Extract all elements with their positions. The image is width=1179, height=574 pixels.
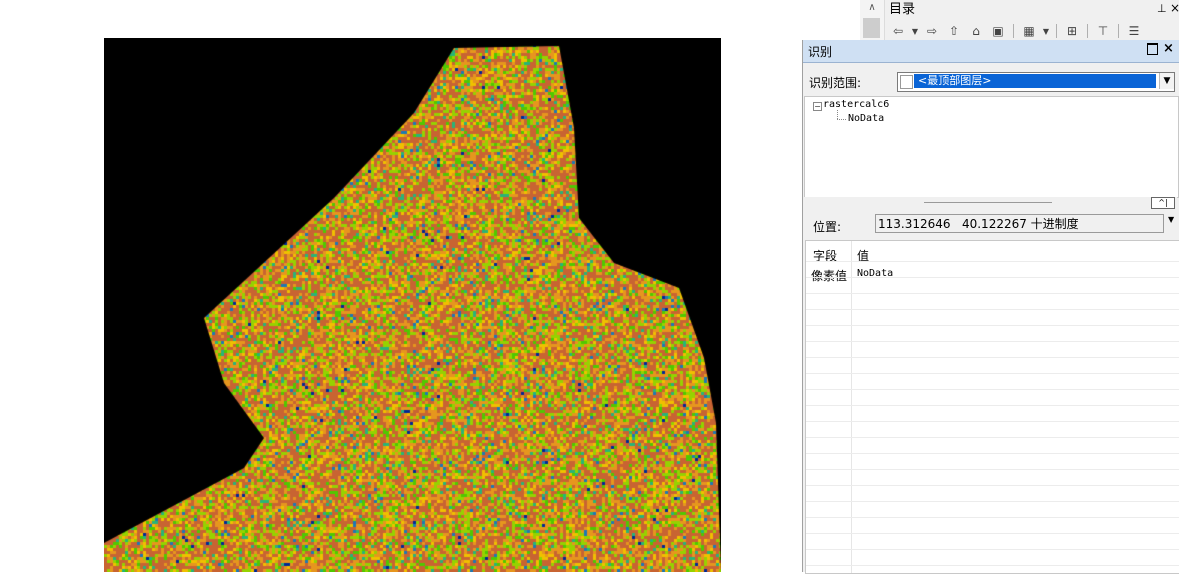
pin-icon[interactable]: ⊥	[1157, 2, 1167, 15]
table-row-line	[806, 341, 1179, 342]
table-row-line	[806, 277, 1179, 278]
layer-swatch	[900, 75, 913, 89]
tree-icon[interactable]: ⊤	[1093, 22, 1113, 40]
splitter-grip[interactable]	[924, 202, 1052, 203]
forward-icon[interactable]: ⇨	[922, 22, 942, 40]
connect-folder-icon[interactable]: ▣	[988, 22, 1008, 40]
table-row-line	[806, 565, 1179, 566]
map-view[interactable]	[104, 38, 721, 572]
catalog-title: 目录	[889, 2, 916, 17]
table-row-line	[806, 501, 1179, 502]
up-folder-icon[interactable]: ⇧	[944, 22, 964, 40]
pane-toggle-icon[interactable]: ^|	[1151, 197, 1175, 209]
close-icon[interactable]: ×	[1170, 1, 1179, 15]
table-row-line	[806, 453, 1179, 454]
toolbar-separator	[1056, 24, 1057, 38]
scope-label: 识别范围:	[809, 76, 862, 90]
toolbar-separator	[1118, 24, 1119, 38]
location-field[interactable]: 113.312646 40.122267 十进制度	[875, 214, 1164, 233]
add-data-icon[interactable]: ⊞	[1062, 22, 1082, 40]
raster-canvas[interactable]	[104, 38, 721, 572]
options-icon[interactable]: ☰	[1124, 22, 1144, 40]
identify-window: 识别 × 识别范围: <最顶部图层> ▼ − rastercalc6 NoDat…	[802, 40, 1179, 574]
scroll-thumb[interactable]	[863, 18, 880, 38]
toolbar-separator	[1013, 24, 1014, 38]
table-row-line	[806, 421, 1179, 422]
chevron-down-icon[interactable]: ▼	[1159, 73, 1174, 89]
table-row-line	[806, 389, 1179, 390]
table-row-line	[806, 309, 1179, 310]
table-row-line	[806, 357, 1179, 358]
units-dropdown-icon[interactable]: ▼	[1168, 215, 1174, 224]
location-label: 位置:	[813, 220, 842, 234]
dropdown-icon[interactable]: ▼	[1041, 22, 1051, 40]
scope-selected-value: <最顶部图层>	[914, 74, 1156, 88]
table-row-line	[806, 325, 1179, 326]
table-row-line	[806, 485, 1179, 486]
attribute-table: 字段 值 像素值 NoData	[805, 240, 1179, 574]
pane-splitter[interactable]: ^|	[804, 197, 1177, 209]
home-icon[interactable]: ⌂	[966, 22, 986, 40]
table-row-line	[806, 469, 1179, 470]
table-row-line	[806, 261, 1179, 262]
identify-title: 识别	[808, 45, 833, 59]
tree-item-layer[interactable]: rastercalc6	[823, 99, 889, 110]
view-icon[interactable]: ▦	[1019, 22, 1039, 40]
table-row-line	[806, 373, 1179, 374]
tree-connector	[837, 119, 846, 120]
table-row-line	[806, 293, 1179, 294]
tree-item-feature[interactable]: NoData	[848, 113, 884, 124]
table-row-line	[806, 517, 1179, 518]
tree-connector	[837, 110, 838, 119]
dropdown-icon[interactable]: ▼	[910, 22, 920, 40]
scope-select[interactable]: <最顶部图层> ▼	[897, 72, 1175, 92]
table-row-line	[806, 549, 1179, 550]
table-row-field: 像素值	[811, 269, 848, 283]
back-icon[interactable]: ⇦	[888, 22, 908, 40]
table-row-line	[806, 437, 1179, 438]
catalog-scrollbar[interactable]: ∧	[860, 0, 885, 40]
toolbar-separator	[1087, 24, 1088, 38]
table-row-line	[806, 533, 1179, 534]
maximize-icon[interactable]	[1147, 43, 1158, 55]
table-row-line	[806, 405, 1179, 406]
catalog-toolbar: ⇦ ▼ ⇨ ⇧ ⌂ ▣ ▦ ▼ ⊞ ⊤ ☰	[888, 22, 1144, 40]
results-tree: − rastercalc6 NoData	[804, 96, 1179, 198]
scroll-up-icon[interactable]: ∧	[860, 0, 884, 16]
identify-titlebar[interactable]: 识别 ×	[803, 40, 1179, 63]
close-icon[interactable]: ×	[1163, 41, 1174, 56]
collapse-icon[interactable]: −	[813, 102, 822, 111]
column-divider	[851, 241, 852, 573]
